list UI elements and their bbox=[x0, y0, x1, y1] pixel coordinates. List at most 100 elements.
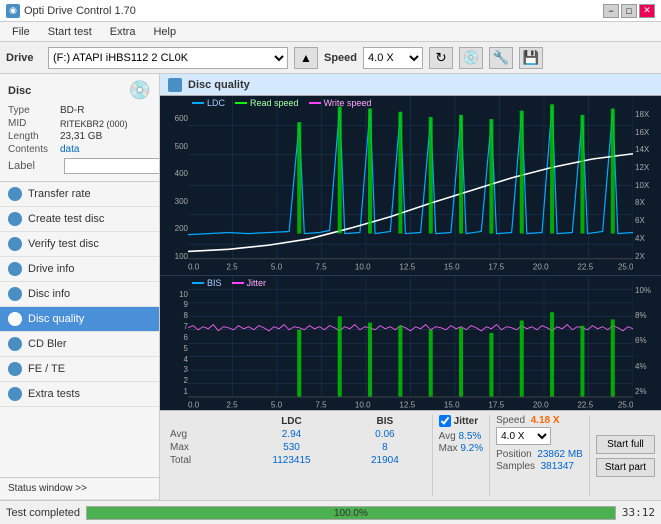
jitter-header-row: Jitter bbox=[439, 415, 483, 427]
top-chart-svg-area: LDC Read speed Write speed bbox=[188, 96, 633, 275]
svg-text:15.0: 15.0 bbox=[444, 400, 460, 409]
samples-row: Samples 381347 bbox=[496, 461, 583, 472]
bis-legend-label: BIS bbox=[207, 278, 222, 288]
y-right-8x: 8X bbox=[635, 198, 645, 207]
disc-icon-btn[interactable]: 💿 bbox=[459, 47, 483, 69]
save-button[interactable]: 💾 bbox=[519, 47, 543, 69]
top-chart-legend: LDC Read speed Write speed bbox=[192, 98, 371, 108]
svg-text:2.5: 2.5 bbox=[226, 400, 238, 409]
sidebar-item-cd-bler[interactable]: CD Bler bbox=[0, 332, 159, 357]
charts-outer: 600 500 400 300 200 100 LDC bbox=[160, 96, 661, 500]
app-icon: ◉ bbox=[6, 4, 20, 18]
sidebar-item-fe-te[interactable]: FE / TE bbox=[0, 357, 159, 382]
maximize-button[interactable]: □ bbox=[621, 4, 637, 18]
sidebar-item-extra-tests[interactable]: Extra tests bbox=[0, 382, 159, 407]
samples-key: Samples bbox=[496, 461, 535, 472]
y-right-4x: 4X bbox=[635, 234, 645, 243]
read-speed-legend-color bbox=[235, 102, 247, 104]
y-right-10x: 10X bbox=[635, 181, 649, 190]
disc-quality-icon-header bbox=[168, 78, 182, 92]
y-right-6pct: 6% bbox=[635, 336, 647, 345]
stats-avg-bis: 0.06 bbox=[344, 428, 426, 441]
sidebar-item-disc-quality[interactable]: Disc quality bbox=[0, 307, 159, 332]
legend-read-speed: Read speed bbox=[235, 98, 299, 108]
svg-text:22.5: 22.5 bbox=[577, 400, 593, 409]
y-left-400: 400 bbox=[175, 169, 188, 178]
menu-start-test[interactable]: Start test bbox=[40, 24, 100, 40]
stats-total-bis: 21904 bbox=[344, 454, 426, 467]
stats-buttons: Start full Start part bbox=[590, 411, 661, 500]
svg-text:20.0: 20.0 bbox=[533, 262, 549, 271]
legend-jitter: Jitter bbox=[232, 278, 267, 288]
svg-text:10.0: 10.0 bbox=[355, 262, 371, 271]
jitter-legend-color bbox=[232, 282, 244, 284]
speed-label: Speed bbox=[324, 52, 357, 64]
y-left-100: 100 bbox=[175, 252, 188, 261]
disc-quality-header: Disc quality bbox=[160, 74, 661, 96]
menu-file[interactable]: File bbox=[4, 24, 38, 40]
y-left-300: 300 bbox=[175, 197, 188, 206]
menu-extra[interactable]: Extra bbox=[102, 24, 144, 40]
mid-label: MID bbox=[8, 118, 60, 129]
transfer-rate-icon bbox=[8, 187, 22, 201]
jitter-checkbox[interactable] bbox=[439, 415, 451, 427]
y-right-14x: 14X bbox=[635, 145, 649, 154]
label-field-label: Label bbox=[8, 160, 60, 172]
label-row: Label ✎ bbox=[8, 157, 151, 175]
ldc-legend-color bbox=[192, 102, 204, 104]
disc-contents-row: Contents data bbox=[8, 144, 151, 155]
top-chart-y-left: 600 500 400 300 200 100 bbox=[160, 96, 188, 275]
disc-panel-icon: 💿 bbox=[129, 80, 151, 101]
nav-label-extra-tests: Extra tests bbox=[28, 388, 80, 400]
top-chart-container: 600 500 400 300 200 100 LDC bbox=[160, 96, 661, 275]
start-full-button[interactable]: Start full bbox=[596, 435, 655, 454]
jitter-max-label: Max 9.2% bbox=[439, 443, 483, 454]
stats-row-avg: Avg 2.94 0.06 bbox=[166, 428, 426, 441]
speed-select-drive[interactable]: 4.0 X 2.0 X 8.0 X bbox=[363, 47, 423, 69]
stats-label-avg: Avg bbox=[166, 428, 239, 441]
start-part-button[interactable]: Start part bbox=[596, 458, 655, 477]
jitter-label: Jitter bbox=[454, 416, 478, 427]
length-value: 23,31 GB bbox=[60, 131, 102, 142]
y-right-4pct: 4% bbox=[635, 362, 647, 371]
refresh-button[interactable]: ↻ bbox=[429, 47, 453, 69]
drive-select[interactable]: (F:) ATAPI iHBS112 2 CL0K bbox=[48, 47, 288, 69]
svg-text:7.5: 7.5 bbox=[315, 262, 327, 271]
speed-select-stats[interactable]: 4.0 X 2.0 X 8.0 X bbox=[496, 427, 551, 445]
bottom-chart-legend: BIS Jitter bbox=[192, 278, 266, 288]
sidebar-item-status-window[interactable]: Status window >> bbox=[0, 478, 159, 500]
status-text: Test completed bbox=[6, 507, 80, 519]
sidebar-item-create-test-disc[interactable]: Create test disc bbox=[0, 207, 159, 232]
y-right-8pct: 8% bbox=[635, 311, 647, 320]
sidebar-item-drive-info[interactable]: Drive info bbox=[0, 257, 159, 282]
stats-row-max: Max 530 8 bbox=[166, 441, 426, 454]
drive-toolbar: Drive (F:) ATAPI iHBS112 2 CL0K ▲ Speed … bbox=[0, 42, 661, 74]
top-chart-y-right: 18X 16X 14X 12X 10X 8X 6X 4X 2X bbox=[633, 96, 661, 275]
sidebar-item-transfer-rate[interactable]: Transfer rate bbox=[0, 182, 159, 207]
speed-row-display: Speed 4.18 X bbox=[496, 415, 583, 426]
top-chart-svg: 0.0 2.5 5.0 7.5 10.0 12.5 15.0 17.5 20.0… bbox=[188, 96, 633, 275]
eject-button[interactable]: ▲ bbox=[294, 47, 318, 69]
svg-text:25.0: 25.0 bbox=[618, 400, 633, 409]
label-input[interactable] bbox=[64, 158, 160, 174]
settings-button[interactable]: 🔧 bbox=[489, 47, 513, 69]
stats-jitter: Jitter Avg 8.5% Max 9.2% bbox=[433, 411, 489, 500]
disc-length-row: Length 23,31 GB bbox=[8, 131, 151, 142]
svg-text:20.0: 20.0 bbox=[533, 400, 549, 409]
disc-mid-row: MID RITEKBR2 (000) bbox=[8, 118, 151, 129]
nav-label-drive-info: Drive info bbox=[28, 263, 74, 275]
write-speed-legend-color bbox=[309, 102, 321, 104]
y-right-12x: 12X bbox=[635, 163, 649, 172]
read-speed-legend-label: Read speed bbox=[250, 98, 299, 108]
bottom-chart-container: 10 9 8 7 6 5 4 3 2 1 bbox=[160, 275, 661, 410]
menu-help[interactable]: Help bbox=[145, 24, 184, 40]
close-button[interactable]: ✕ bbox=[639, 4, 655, 18]
sidebar-item-disc-info[interactable]: Disc info bbox=[0, 282, 159, 307]
sidebar-item-verify-test-disc[interactable]: Verify test disc bbox=[0, 232, 159, 257]
content-area: Disc quality 600 500 400 300 200 100 bbox=[160, 74, 661, 500]
stats-bar: LDC BIS Avg 2.94 0.06 Max 530 8 bbox=[160, 410, 661, 500]
y-right-10pct: 10% bbox=[635, 286, 651, 295]
drive-label: Drive bbox=[6, 52, 42, 64]
minimize-button[interactable]: − bbox=[603, 4, 619, 18]
svg-text:0.0: 0.0 bbox=[188, 400, 200, 409]
